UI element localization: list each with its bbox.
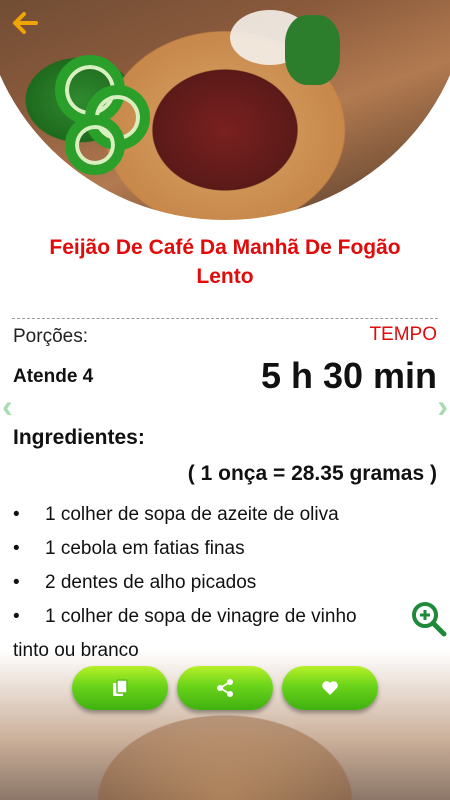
back-arrow-icon[interactable] xyxy=(10,8,42,40)
ingredient-text: 2 dentes de alho picados xyxy=(45,572,257,593)
list-item-continuation: tinto ou branco xyxy=(13,634,437,668)
time-value: 5 h 30 min xyxy=(260,355,437,396)
ingredients-list: • 1 colher de sopa de azeite de oliva • … xyxy=(13,498,437,668)
list-item: • 1 colher de sopa de vinagre de vinho xyxy=(13,600,437,634)
ingredient-text: 1 colher de sopa de azeite de oliva xyxy=(45,504,339,525)
conversion-note: ( 1 onça = 28.35 gramas ) xyxy=(187,462,437,485)
ingredients-title: Ingredientes: xyxy=(13,426,145,449)
bullet: • xyxy=(13,572,20,593)
recipe-hero-image xyxy=(0,0,450,220)
chevron-left-icon[interactable]: ‹ xyxy=(2,388,13,425)
time-label: TEMPO xyxy=(369,324,437,345)
copy-icon xyxy=(113,679,128,696)
heart-icon xyxy=(322,681,338,695)
favorite-button[interactable] xyxy=(282,666,378,710)
chevron-right-icon[interactable]: › xyxy=(437,388,448,425)
copy-button[interactable] xyxy=(72,666,168,710)
bullet: • xyxy=(13,606,20,627)
recipe-title: Feijão De Café Da Manhã De Fogão Lento xyxy=(49,236,401,288)
servings-label: Porções: xyxy=(13,326,88,347)
ingredient-text: tinto ou branco xyxy=(13,640,139,661)
bullet: • xyxy=(13,538,20,559)
share-icon xyxy=(217,679,233,697)
list-item: • 1 colher de sopa de azeite de oliva xyxy=(13,498,437,532)
bullet: • xyxy=(13,504,20,525)
servings-value: Atende 4 xyxy=(13,366,94,387)
ingredient-text: 1 colher de sopa de vinagre de vinho xyxy=(45,606,357,627)
list-item: • 2 dentes de alho picados xyxy=(13,566,437,600)
share-button[interactable] xyxy=(177,666,273,710)
ingredient-text: 1 cebola em fatias finas xyxy=(45,538,245,559)
zoom-in-icon[interactable] xyxy=(410,600,448,638)
list-item: • 1 cebola em fatias finas xyxy=(13,532,437,566)
divider xyxy=(12,318,438,319)
